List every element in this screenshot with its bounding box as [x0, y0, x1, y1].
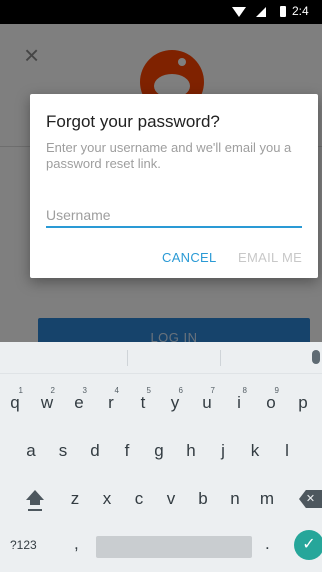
status-bar: 2:4: [0, 0, 322, 24]
username-input[interactable]: [46, 204, 302, 226]
key-u[interactable]: u7: [193, 386, 221, 420]
key-i[interactable]: i8: [225, 386, 253, 420]
key-k[interactable]: k: [241, 434, 269, 468]
suggestion-separator: [127, 350, 128, 366]
dialog-title: Forgot your password?: [46, 112, 220, 131]
comma-key[interactable]: ,: [74, 534, 79, 554]
key-v[interactable]: v: [157, 482, 185, 516]
key-r[interactable]: r4: [97, 386, 125, 420]
key-label: q: [10, 393, 20, 412]
key-label: g: [154, 441, 164, 460]
key-x[interactable]: x: [93, 482, 121, 516]
key-label: x: [102, 489, 112, 508]
key-label: p: [298, 393, 308, 412]
key-m[interactable]: m: [253, 482, 281, 516]
key-e[interactable]: e3: [65, 386, 93, 420]
key-label: v: [166, 489, 176, 508]
key-c[interactable]: c: [125, 482, 153, 516]
key-number-hint: 4: [114, 386, 119, 395]
key-label: k: [250, 441, 260, 460]
backspace-icon[interactable]: ✕: [299, 490, 322, 508]
key-number-hint: 5: [146, 386, 151, 395]
shift-icon[interactable]: [24, 490, 46, 512]
wifi-icon: [232, 7, 246, 17]
key-s[interactable]: s: [49, 434, 77, 468]
key-number-hint: 1: [18, 386, 23, 395]
key-b[interactable]: b: [189, 482, 217, 516]
key-label: m: [259, 489, 275, 508]
key-label: j: [221, 441, 225, 460]
key-label: h: [186, 441, 196, 460]
key-label: i: [237, 393, 241, 412]
dialog-message: Enter your username and we'll email you …: [46, 140, 292, 171]
key-number-hint: 3: [82, 386, 87, 395]
key-label: d: [90, 441, 100, 460]
cancel-button[interactable]: CANCEL: [162, 250, 217, 265]
key-number-hint: 2: [50, 386, 55, 395]
key-j[interactable]: j: [209, 434, 237, 468]
key-label: z: [70, 489, 80, 508]
key-a[interactable]: a: [17, 434, 45, 468]
key-label: b: [198, 489, 208, 508]
microphone-icon[interactable]: [312, 350, 320, 364]
key-label: e: [74, 393, 84, 412]
key-q[interactable]: q1: [1, 386, 29, 420]
key-h[interactable]: h: [177, 434, 205, 468]
period-key[interactable]: .: [265, 534, 270, 554]
key-label: t: [140, 393, 146, 412]
key-label: c: [134, 489, 144, 508]
enter-key[interactable]: ✓: [294, 530, 322, 560]
key-number-hint: 6: [178, 386, 183, 395]
key-g[interactable]: g: [145, 434, 173, 468]
key-n[interactable]: n: [221, 482, 249, 516]
key-label: r: [108, 393, 114, 412]
key-label: n: [230, 489, 240, 508]
status-time: 2:4: [292, 4, 309, 18]
key-label: f: [124, 441, 130, 460]
suggestion-strip: [0, 342, 322, 374]
forgot-password-dialog: Forgot your password? Enter your usernam…: [30, 94, 318, 278]
key-d[interactable]: d: [81, 434, 109, 468]
key-label: a: [26, 441, 36, 460]
key-w[interactable]: w2: [33, 386, 61, 420]
key-label: o: [266, 393, 276, 412]
key-number-hint: 8: [242, 386, 247, 395]
key-f[interactable]: f: [113, 434, 141, 468]
key-label: l: [285, 441, 289, 460]
key-number-hint: 7: [210, 386, 215, 395]
key-l[interactable]: l: [273, 434, 301, 468]
key-label: s: [58, 441, 68, 460]
space-bar[interactable]: [96, 536, 252, 558]
key-y[interactable]: y6: [161, 386, 189, 420]
key-p[interactable]: p: [289, 386, 317, 420]
key-t[interactable]: t5: [129, 386, 157, 420]
key-label: w: [40, 393, 54, 412]
key-o[interactable]: o9: [257, 386, 285, 420]
symbols-key[interactable]: ?123: [10, 538, 37, 552]
username-field: [46, 204, 302, 228]
email-me-button[interactable]: EMAIL ME: [238, 250, 302, 265]
suggestion-separator: [220, 350, 221, 366]
key-number-hint: 9: [274, 386, 279, 395]
key-z[interactable]: z: [61, 482, 89, 516]
key-label: y: [170, 393, 180, 412]
key-label: u: [202, 393, 212, 412]
soft-keyboard: q1w2e3r4t5y6u7i8o9p asdfghjkl zxcvbnm ✕ …: [0, 342, 322, 572]
signal-icon: [256, 7, 266, 17]
battery-icon: [280, 6, 286, 17]
